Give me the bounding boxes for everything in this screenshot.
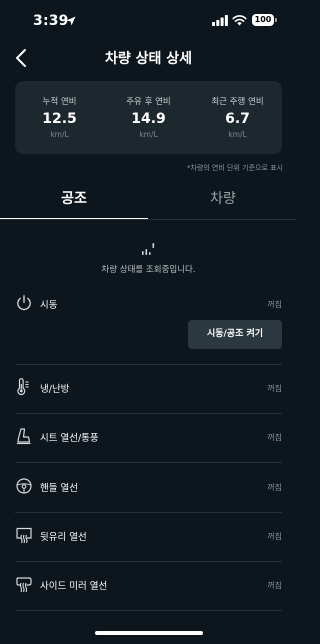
- row-divider: [15, 413, 282, 414]
- row-state-seat: 꺼짐: [267, 433, 282, 442]
- loading-text: 차량 상태를 조회중입니다.: [101, 265, 196, 275]
- fuel-stat-cumulative: 누적 연비 12.5 km/L: [15, 81, 104, 154]
- row-state-engine: 꺼짐: [267, 300, 282, 309]
- cellular-signal-icon: [212, 15, 228, 26]
- row-label-engine: 시동: [40, 300, 58, 311]
- thermometer-icon: [17, 378, 29, 396]
- tab-divider: [0, 219, 297, 220]
- row-label-climate: 냉/난방: [40, 384, 70, 395]
- row-divider: [15, 610, 282, 611]
- row-steering[interactable]: 핸들 열선 꺼짐: [15, 477, 282, 499]
- row-state-side-mirror: 꺼짐: [267, 581, 282, 590]
- row-side-mirror[interactable]: 사이드 미러 열선 꺼짐: [15, 575, 282, 597]
- wifi-icon: [232, 15, 247, 26]
- row-divider: [15, 512, 282, 513]
- fuel-stat-recent-trip: 최근 주행 연비 6.7 km/L: [193, 81, 282, 154]
- row-state-climate: 꺼짐: [267, 384, 282, 393]
- row-divider: [15, 561, 282, 562]
- loading-spinner-icon: [142, 243, 155, 255]
- rear-defrost-icon: [16, 527, 32, 544]
- battery-indicator: 100: [252, 14, 274, 26]
- fuel-stat-label: 최근 주행 연비: [211, 97, 264, 107]
- start-climate-button[interactable]: 시동/공조 켜기: [188, 320, 282, 349]
- row-climate[interactable]: 냉/난방 꺼짐: [15, 378, 282, 400]
- page-title: 차량 상태 상세: [104, 51, 193, 67]
- fuel-stat-value: 14.9: [131, 111, 166, 127]
- row-divider: [15, 364, 282, 365]
- fuel-stat-value: 12.5: [42, 111, 77, 127]
- row-label-seat: 시트 열선/통풍: [40, 433, 99, 444]
- steering-wheel-icon: [16, 478, 32, 494]
- location-arrow-icon: [66, 16, 76, 26]
- seat-icon: [17, 428, 31, 445]
- fuel-stat-after-refuel: 주유 후 연비 14.9 km/L: [104, 81, 193, 154]
- home-indicator[interactable]: [95, 631, 203, 635]
- row-divider: [15, 462, 282, 463]
- tab-bar: 공조 차량: [0, 183, 297, 221]
- fuel-stat-unit: km/L: [139, 130, 158, 139]
- fuel-stat-label: 누적 연비: [42, 97, 77, 107]
- tab-vehicle[interactable]: 차량: [149, 183, 297, 221]
- mirror-heat-icon: [16, 577, 32, 593]
- row-label-rear-defrost: 뒷유리 열선: [40, 532, 87, 543]
- row-state-rear-defrost: 꺼짐: [267, 532, 282, 541]
- status-time: 3:39: [33, 13, 69, 29]
- row-label-side-mirror: 사이드 미러 열선: [40, 581, 108, 592]
- row-seat[interactable]: 시트 열선/통풍 꺼짐: [15, 427, 282, 449]
- row-label-steering: 핸들 열선: [40, 483, 78, 494]
- screen: 3:39 100 차량 상태 상세 누적 연비 12.5 km/L 주유 후 연…: [0, 0, 297, 644]
- fuel-stat-unit: km/L: [50, 130, 69, 139]
- battery-cap: [275, 18, 277, 22]
- tab-climate[interactable]: 공조: [0, 183, 148, 221]
- fuel-stat-label: 주유 후 연비: [126, 97, 171, 107]
- row-state-steering: 꺼짐: [267, 483, 282, 492]
- fuel-stat-unit: km/L: [228, 130, 247, 139]
- fuel-stat-value: 6.7: [225, 111, 250, 127]
- power-icon: [17, 295, 31, 311]
- row-rear-defrost[interactable]: 뒷유리 열선 꺼짐: [15, 526, 282, 548]
- fuel-efficiency-card: 누적 연비 12.5 km/L 주유 후 연비 14.9 km/L 최근 주행 …: [15, 81, 282, 154]
- status-bar: 3:39 100: [0, 0, 297, 44]
- fuel-unit-note: *차량의 연비 단위 기준으로 표시: [186, 164, 283, 172]
